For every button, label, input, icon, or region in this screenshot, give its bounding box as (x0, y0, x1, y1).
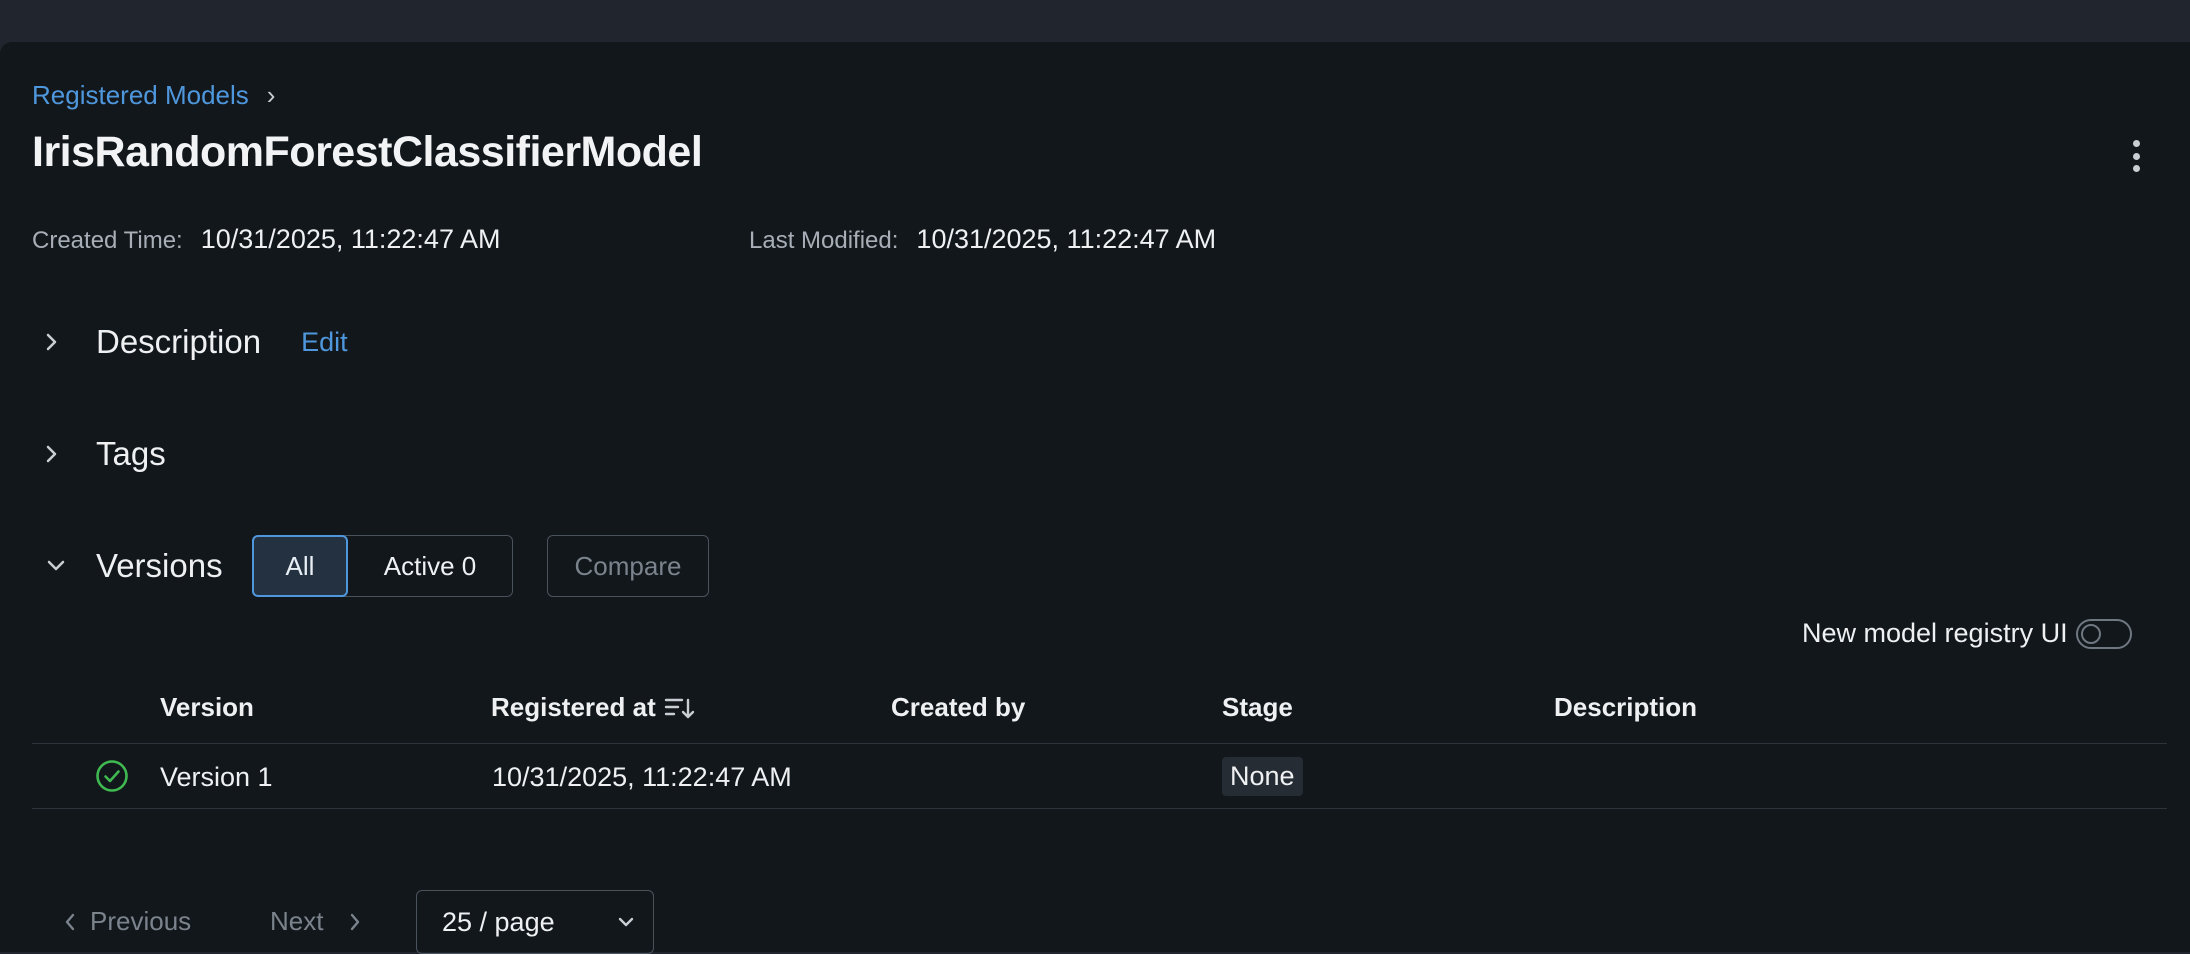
chevron-right-icon (351, 913, 360, 930)
column-header-description-label: Description (1554, 692, 1698, 722)
previous-page-label: Previous (90, 906, 192, 936)
filter-active-button[interactable]: Active 0 (348, 536, 512, 596)
column-header-stage[interactable]: Stage (1222, 692, 1293, 723)
created-time-label: Created Time: (32, 227, 183, 254)
previous-page-button[interactable]: Previous (64, 906, 191, 937)
breadcrumb: Registered Models › (32, 80, 275, 111)
sort-descending-icon[interactable] (664, 694, 696, 722)
version-ready-check-icon (95, 759, 129, 798)
description-section-header: Description Edit (32, 322, 348, 362)
column-header-version[interactable]: Version (160, 692, 254, 723)
page-title: IrisRandomForestClassifierModel (32, 128, 703, 176)
breadcrumb-separator-icon: › (266, 80, 276, 110)
versions-collapse-chevron-icon[interactable] (36, 546, 76, 586)
registered-at-cell: 10/31/2025, 11:22:47 AM (492, 762, 792, 792)
last-modified-label: Last Modified: (749, 227, 899, 254)
column-header-version-label: Version (160, 692, 254, 722)
page-size-select[interactable]: 25 / page (416, 890, 654, 954)
filter-all-button[interactable]: All (252, 535, 348, 597)
column-header-description[interactable]: Description (1554, 692, 1697, 723)
chevron-down-icon (618, 917, 634, 927)
version-filter-segmented-control: All Active 0 (252, 535, 513, 597)
version-1-link[interactable]: Version 1 (160, 762, 273, 793)
tags-expand-chevron-icon[interactable] (32, 434, 72, 474)
breadcrumb-registered-models-link[interactable]: Registered Models (32, 80, 249, 111)
tags-section-header: Tags (32, 434, 166, 474)
last-modified-value: 10/31/2025, 11:22:47 AM (916, 224, 1217, 254)
description-edit-link[interactable]: Edit (301, 327, 348, 358)
registry-ui-toggle[interactable] (2075, 618, 2132, 649)
registry-ui-toggle-row: New model registry UI (1802, 618, 2132, 649)
description-expand-chevron-icon[interactable] (32, 322, 72, 362)
table-row-divider (32, 808, 2167, 809)
main-panel (0, 42, 2190, 952)
table-header-divider (32, 743, 2167, 744)
compare-button[interactable]: Compare (547, 535, 709, 597)
description-title: Description (96, 323, 262, 360)
next-page-label: Next (270, 906, 324, 936)
page-size-value: 25 / page (442, 906, 555, 937)
last-modified: Last Modified: 10/31/2025, 11:22:47 AM (749, 224, 1216, 255)
stage-badge: None (1222, 757, 1303, 796)
chevron-left-icon (65, 913, 75, 930)
tags-title: Tags (96, 435, 166, 472)
next-page-button[interactable]: Next (270, 906, 361, 937)
column-header-created-by[interactable]: Created by (891, 692, 1025, 723)
column-header-registered-at-label: Registered at (491, 692, 656, 722)
created-time: Created Time: 10/31/2025, 11:22:47 AM (32, 224, 500, 255)
created-time-value: 10/31/2025, 11:22:47 AM (200, 224, 501, 254)
registry-ui-toggle-label: New model registry UI (1802, 618, 2068, 648)
versions-section-header: Versions (36, 546, 223, 586)
column-header-created-by-label: Created by (891, 692, 1026, 722)
versions-title: Versions (96, 547, 223, 584)
column-header-registered-at[interactable]: Registered at (491, 692, 696, 723)
more-options-icon[interactable] (2118, 136, 2154, 176)
column-header-stage-label: Stage (1222, 692, 1293, 722)
